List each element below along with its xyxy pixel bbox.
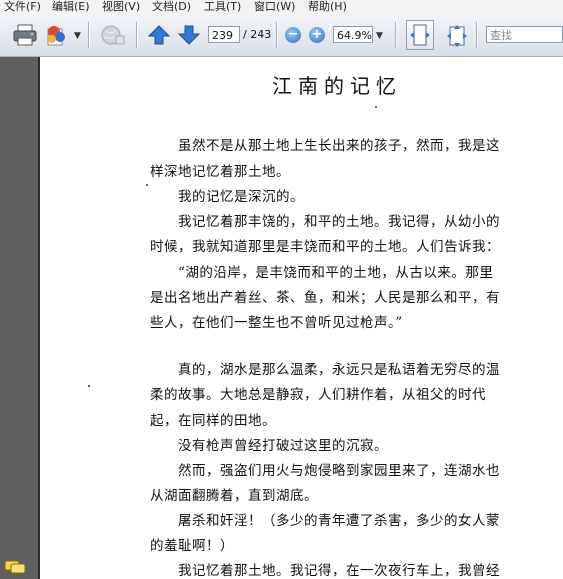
export-dropdown-icon[interactable]: ▼ <box>74 31 81 41</box>
text-line: 柔的故事。大地总是静寂，人们耕作着，从祖父的时代 <box>150 387 486 403</box>
toolbar-separator <box>88 22 90 48</box>
toolbar-separator <box>476 22 478 48</box>
text-line: 时候，我就知道那里是丰饶而和平的土地。人们告诉我： <box>150 239 500 255</box>
toolbar-separator <box>276 22 278 48</box>
globe-icon[interactable] <box>100 24 126 50</box>
menu-view[interactable]: 视图(V) <box>102 0 140 14</box>
text-line: 我记忆着那土地。我记得，在一次夜行车上，我曾经 <box>178 563 500 579</box>
panel-divider[interactable] <box>38 57 40 579</box>
document-page: 江南的记忆 虽然不是从那土地上生长出来的孩子，然而，我是这 样深地记忆着那土地。… <box>42 57 563 579</box>
scan-speck <box>375 106 377 108</box>
text-line: 没有枪声曾经打破过这里的沉寂。 <box>178 438 388 454</box>
text-line: 是出名地出产着丝、茶、鱼，和米；人民是那么和平，有 <box>150 290 500 306</box>
zoom-dropdown-icon[interactable]: ▼ <box>376 31 383 41</box>
toolbar-separator <box>136 22 138 48</box>
scan-speck <box>88 385 90 387</box>
fit-page-icon[interactable] <box>446 24 468 52</box>
menu-edit[interactable]: 编辑(E) <box>52 0 90 14</box>
text-line: 样深地记忆着那土地。 <box>150 164 290 180</box>
zoom-out-icon[interactable]: − <box>285 27 301 43</box>
scan-speck <box>146 184 148 186</box>
page-number-input[interactable]: 239 <box>208 26 240 43</box>
document-title: 江南的记忆 <box>272 74 402 98</box>
zoom-in-icon[interactable]: + <box>309 27 325 43</box>
toolbar-separator <box>395 22 397 48</box>
text-line: 屠杀和奸淫！（多少的青年遭了杀害，多少的女人蒙 <box>178 513 500 529</box>
fit-width-icon[interactable] <box>406 20 434 50</box>
text-line: 我的记忆是深沉的。 <box>178 189 304 205</box>
menu-file[interactable]: 文件(F) <box>4 0 41 14</box>
next-page-icon[interactable] <box>177 25 201 49</box>
text-line: 虽然不是从那土地上生长出来的孩子，然而，我是这 <box>178 138 500 154</box>
text-line: 些人，在他们一整生也不曾听见过枪声。” <box>150 315 403 331</box>
prev-page-icon[interactable] <box>147 25 171 49</box>
toolbar: ▼ 239 / 243 − + 64.9% ▼ 查找 <box>0 14 563 57</box>
menu-window[interactable]: 窗口(W) <box>254 0 295 14</box>
text-line: “湖的沿岸，是丰饶而和平的土地，从古以来。那里 <box>178 265 494 281</box>
printer-icon[interactable] <box>12 24 38 50</box>
search-input[interactable]: 查找 <box>486 26 563 43</box>
text-line: 的羞耻啊！） <box>150 538 234 554</box>
menu-bar: 文件(F) 编辑(E) 视图(V) 文档(D) 工具(T) 窗口(W) 帮助(H… <box>0 0 563 14</box>
text-line: 起，在同样的田地。 <box>150 413 276 429</box>
zoom-level-input[interactable]: 64.9% <box>333 26 373 43</box>
text-line: 然而，强盗们用火与炮侵略到家园里来了，连湖水也 <box>178 463 500 479</box>
navigation-panel <box>0 57 40 579</box>
comments-icon[interactable] <box>4 559 26 574</box>
text-line: 从湖面翻腾着，直到湖底。 <box>150 488 318 504</box>
text-line: 真的，湖水是那么温柔，永远只是私语着无穷尽的温 <box>178 362 500 378</box>
menu-document[interactable]: 文档(D) <box>152 0 191 14</box>
export-icon[interactable] <box>44 23 70 51</box>
menu-help[interactable]: 帮助(H) <box>308 0 347 14</box>
menu-tools[interactable]: 工具(T) <box>204 0 241 14</box>
total-pages-label: / 243 <box>243 28 272 41</box>
text-line: 我记忆着那丰饶的，和平的土地。我记得，从幼小的 <box>178 214 500 230</box>
